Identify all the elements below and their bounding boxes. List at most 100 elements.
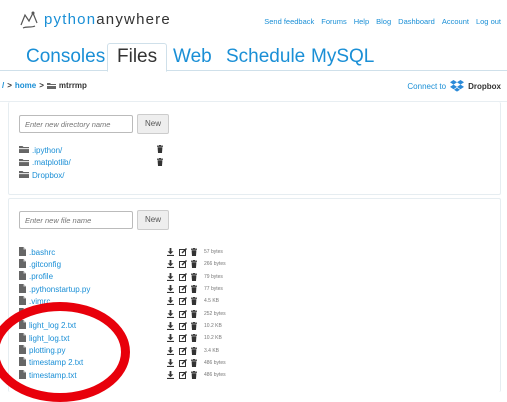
file-link[interactable]: plotting.py	[29, 346, 65, 355]
delete-icon[interactable]	[191, 346, 197, 355]
edit-icon[interactable]	[179, 358, 187, 367]
breadcrumb-root[interactable]: /	[2, 81, 4, 90]
download-icon[interactable]	[167, 260, 174, 269]
directory-link[interactable]: .matplotlib/	[32, 158, 71, 167]
file-link[interactable]: .profile	[29, 272, 53, 281]
breadcrumb-separator: >	[39, 81, 44, 90]
new-directory-button[interactable]: New	[137, 114, 170, 134]
file-icon	[19, 369, 26, 381]
directories-panel: New .ipython/ .matplotlib/Dropbox/	[8, 102, 501, 195]
breadcrumb-separator: >	[7, 81, 12, 90]
tab-files[interactable]: Files	[107, 43, 168, 72]
edit-icon[interactable]	[179, 334, 187, 343]
download-icon[interactable]	[167, 272, 174, 281]
new-file-button[interactable]: New	[137, 210, 170, 230]
edit-icon[interactable]	[179, 346, 187, 355]
tab-consoles[interactable]: Consoles	[26, 44, 105, 70]
edit-icon[interactable]	[179, 371, 187, 380]
file-link[interactable]: .bashrc	[29, 248, 55, 257]
file-size: 252 bytes	[204, 310, 226, 317]
edit-icon[interactable]	[179, 272, 187, 281]
download-icon[interactable]	[167, 371, 174, 380]
file-row: .bashrc 57 bytes	[19, 246, 499, 258]
file-link[interactable]: .vimrc	[29, 297, 50, 306]
edit-icon[interactable]	[179, 297, 187, 306]
file-row: timestamp.txt 486 bytes	[19, 369, 499, 381]
delete-directory-icon[interactable]	[157, 157, 163, 168]
dropbox-icon	[450, 80, 465, 92]
logo-anywhere: anywhere	[96, 11, 171, 28]
file-size: 10.2 KB	[204, 322, 222, 329]
top-nav: Send feedback Forums Help Blog Dashboard…	[264, 17, 501, 26]
file-row: plotting.py 3.4 KB	[19, 344, 499, 356]
delete-icon[interactable]	[191, 334, 197, 343]
edit-icon[interactable]	[179, 248, 187, 257]
delete-icon[interactable]	[191, 248, 197, 257]
download-icon[interactable]	[167, 334, 174, 343]
directory-item: Dropbox/	[19, 169, 71, 182]
directory-link[interactable]: .ipython/	[32, 146, 62, 155]
breadcrumb-current: mtrrmp	[58, 81, 87, 90]
edit-icon[interactable]	[179, 285, 187, 294]
delete-icon[interactable]	[191, 272, 197, 281]
file-size: 266 bytes	[204, 261, 226, 268]
delete-icon[interactable]	[191, 321, 197, 330]
connect-dropbox-link[interactable]: Connect to Dropbox	[407, 80, 501, 92]
nav-help[interactable]: Help	[354, 17, 369, 26]
delete-icon[interactable]	[191, 297, 197, 306]
new-file-input[interactable]	[19, 211, 133, 229]
delete-icon[interactable]	[191, 371, 197, 380]
file-icon	[19, 332, 26, 344]
download-icon[interactable]	[167, 321, 174, 330]
nav-blog[interactable]: Blog	[376, 17, 391, 26]
download-icon[interactable]	[167, 297, 174, 306]
edit-icon[interactable]	[179, 260, 187, 269]
file-size: 4.5 KB	[204, 298, 220, 305]
download-icon[interactable]	[167, 248, 174, 257]
breadcrumb-home[interactable]: home	[15, 81, 36, 90]
file-link[interactable]: .pythonstartup.py	[29, 285, 90, 294]
file-icon	[19, 308, 26, 319]
nav-dashboard[interactable]: Dashboard	[398, 17, 435, 26]
files-panel: New .bashrc 57 bytes .gitconfig 266 bytes .p…	[8, 198, 501, 392]
main-tabs: Consoles Files Web Schedule MySQL	[0, 40, 507, 72]
file-link[interactable]: light_log 2.txt	[29, 321, 76, 330]
delete-icon[interactable]	[191, 309, 197, 318]
file-icon	[19, 357, 26, 368]
file-icon	[19, 246, 26, 258]
directory-link[interactable]: Dropbox/	[32, 171, 64, 180]
delete-icon[interactable]	[191, 285, 197, 294]
file-link[interactable]: timestamp.txt	[29, 371, 77, 380]
delete-directory-icon[interactable]	[157, 145, 163, 155]
folder-icon	[19, 158, 29, 168]
download-icon[interactable]	[167, 358, 174, 367]
tab-schedule[interactable]: Schedule	[226, 44, 305, 70]
tab-mysql[interactable]: MySQL	[311, 44, 374, 70]
edit-icon[interactable]	[179, 321, 187, 330]
nav-send-feedback[interactable]: Send feedback	[264, 17, 314, 26]
file-size: 10.2 KB	[204, 335, 222, 342]
download-icon[interactable]	[167, 346, 174, 355]
new-directory-input[interactable]	[19, 115, 133, 133]
dropbox-brand: Dropbox	[468, 81, 501, 91]
edit-icon[interactable]	[179, 309, 187, 318]
file-link[interactable]: .gitconfig	[29, 260, 61, 269]
file-size: 79 bytes	[204, 273, 223, 280]
tab-web[interactable]: Web	[173, 44, 212, 70]
file-row: .gitconfig 266 bytes	[19, 258, 499, 270]
file-link[interactable]: light_log.txt	[29, 334, 69, 343]
top-bar: pythonanywhere Send feedback Forums Help…	[0, 0, 507, 40]
directory-item: .ipython/	[19, 144, 163, 157]
nav-forums[interactable]: Forums	[321, 17, 346, 26]
new-directory-row: New	[19, 114, 170, 134]
file-link[interactable]: timestamp 2.txt	[29, 358, 83, 367]
pythonanywhere-logo[interactable]: pythonanywhere	[18, 9, 171, 31]
folder-icon	[19, 170, 29, 180]
download-icon[interactable]	[167, 285, 174, 294]
breadcrumb: / > home > mtrrmp	[2, 81, 87, 90]
nav-account[interactable]: Account	[442, 17, 469, 26]
nav-log-out[interactable]: Log out	[476, 17, 501, 26]
delete-icon[interactable]	[191, 260, 197, 269]
download-icon[interactable]	[167, 309, 174, 318]
delete-icon[interactable]	[191, 358, 197, 367]
